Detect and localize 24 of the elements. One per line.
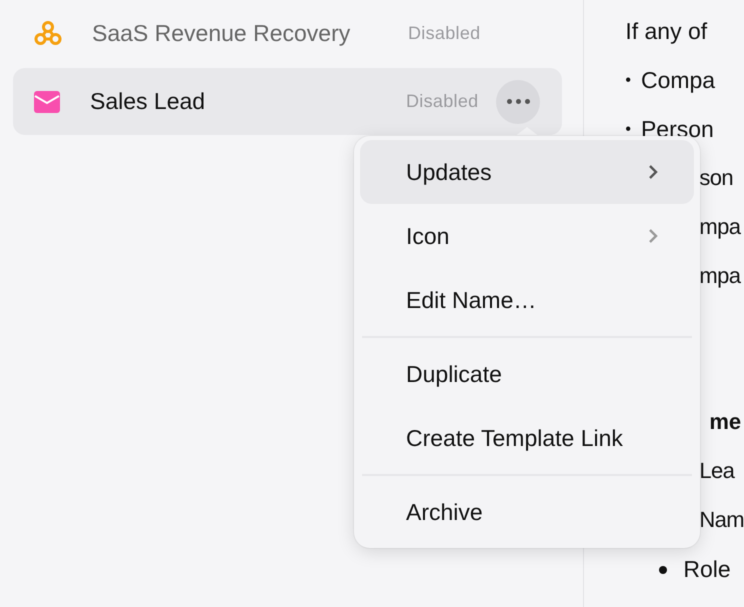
sidebar-item[interactable]: SaaS Revenue Recovery Disabled — [13, 10, 562, 56]
text-line: mpa — [699, 263, 740, 289]
menu-item[interactable]: Icon — [360, 204, 694, 268]
bullet-mark: • — [625, 120, 631, 140]
network-icon — [34, 20, 62, 46]
list-item-text: Role — [683, 556, 731, 583]
bullet-dot-icon — [659, 566, 668, 574]
text-line: If any of — [625, 18, 708, 45]
menu-item[interactable]: Duplicate — [360, 342, 694, 406]
list-item-text: Person — [640, 116, 714, 143]
list-item-text: Compa — [640, 67, 716, 94]
bullet-mark: • — [625, 71, 631, 91]
menu-item[interactable]: Edit Name… — [360, 268, 694, 332]
text-line: me — [709, 409, 742, 435]
menu-item[interactable]: Create Template Link — [360, 406, 694, 470]
more-button[interactable] — [496, 80, 540, 124]
text-line: Nam — [699, 507, 744, 533]
text-line: son — [699, 165, 734, 191]
text-line: mpa — [699, 214, 740, 240]
sidebar-item[interactable]: Sales Lead Disabled — [13, 68, 562, 135]
text-line: Lea — [699, 458, 734, 484]
mail-icon — [34, 90, 60, 112]
menu-item[interactable]: Updates — [360, 140, 694, 204]
menu-item[interactable]: Archive — [360, 480, 694, 544]
